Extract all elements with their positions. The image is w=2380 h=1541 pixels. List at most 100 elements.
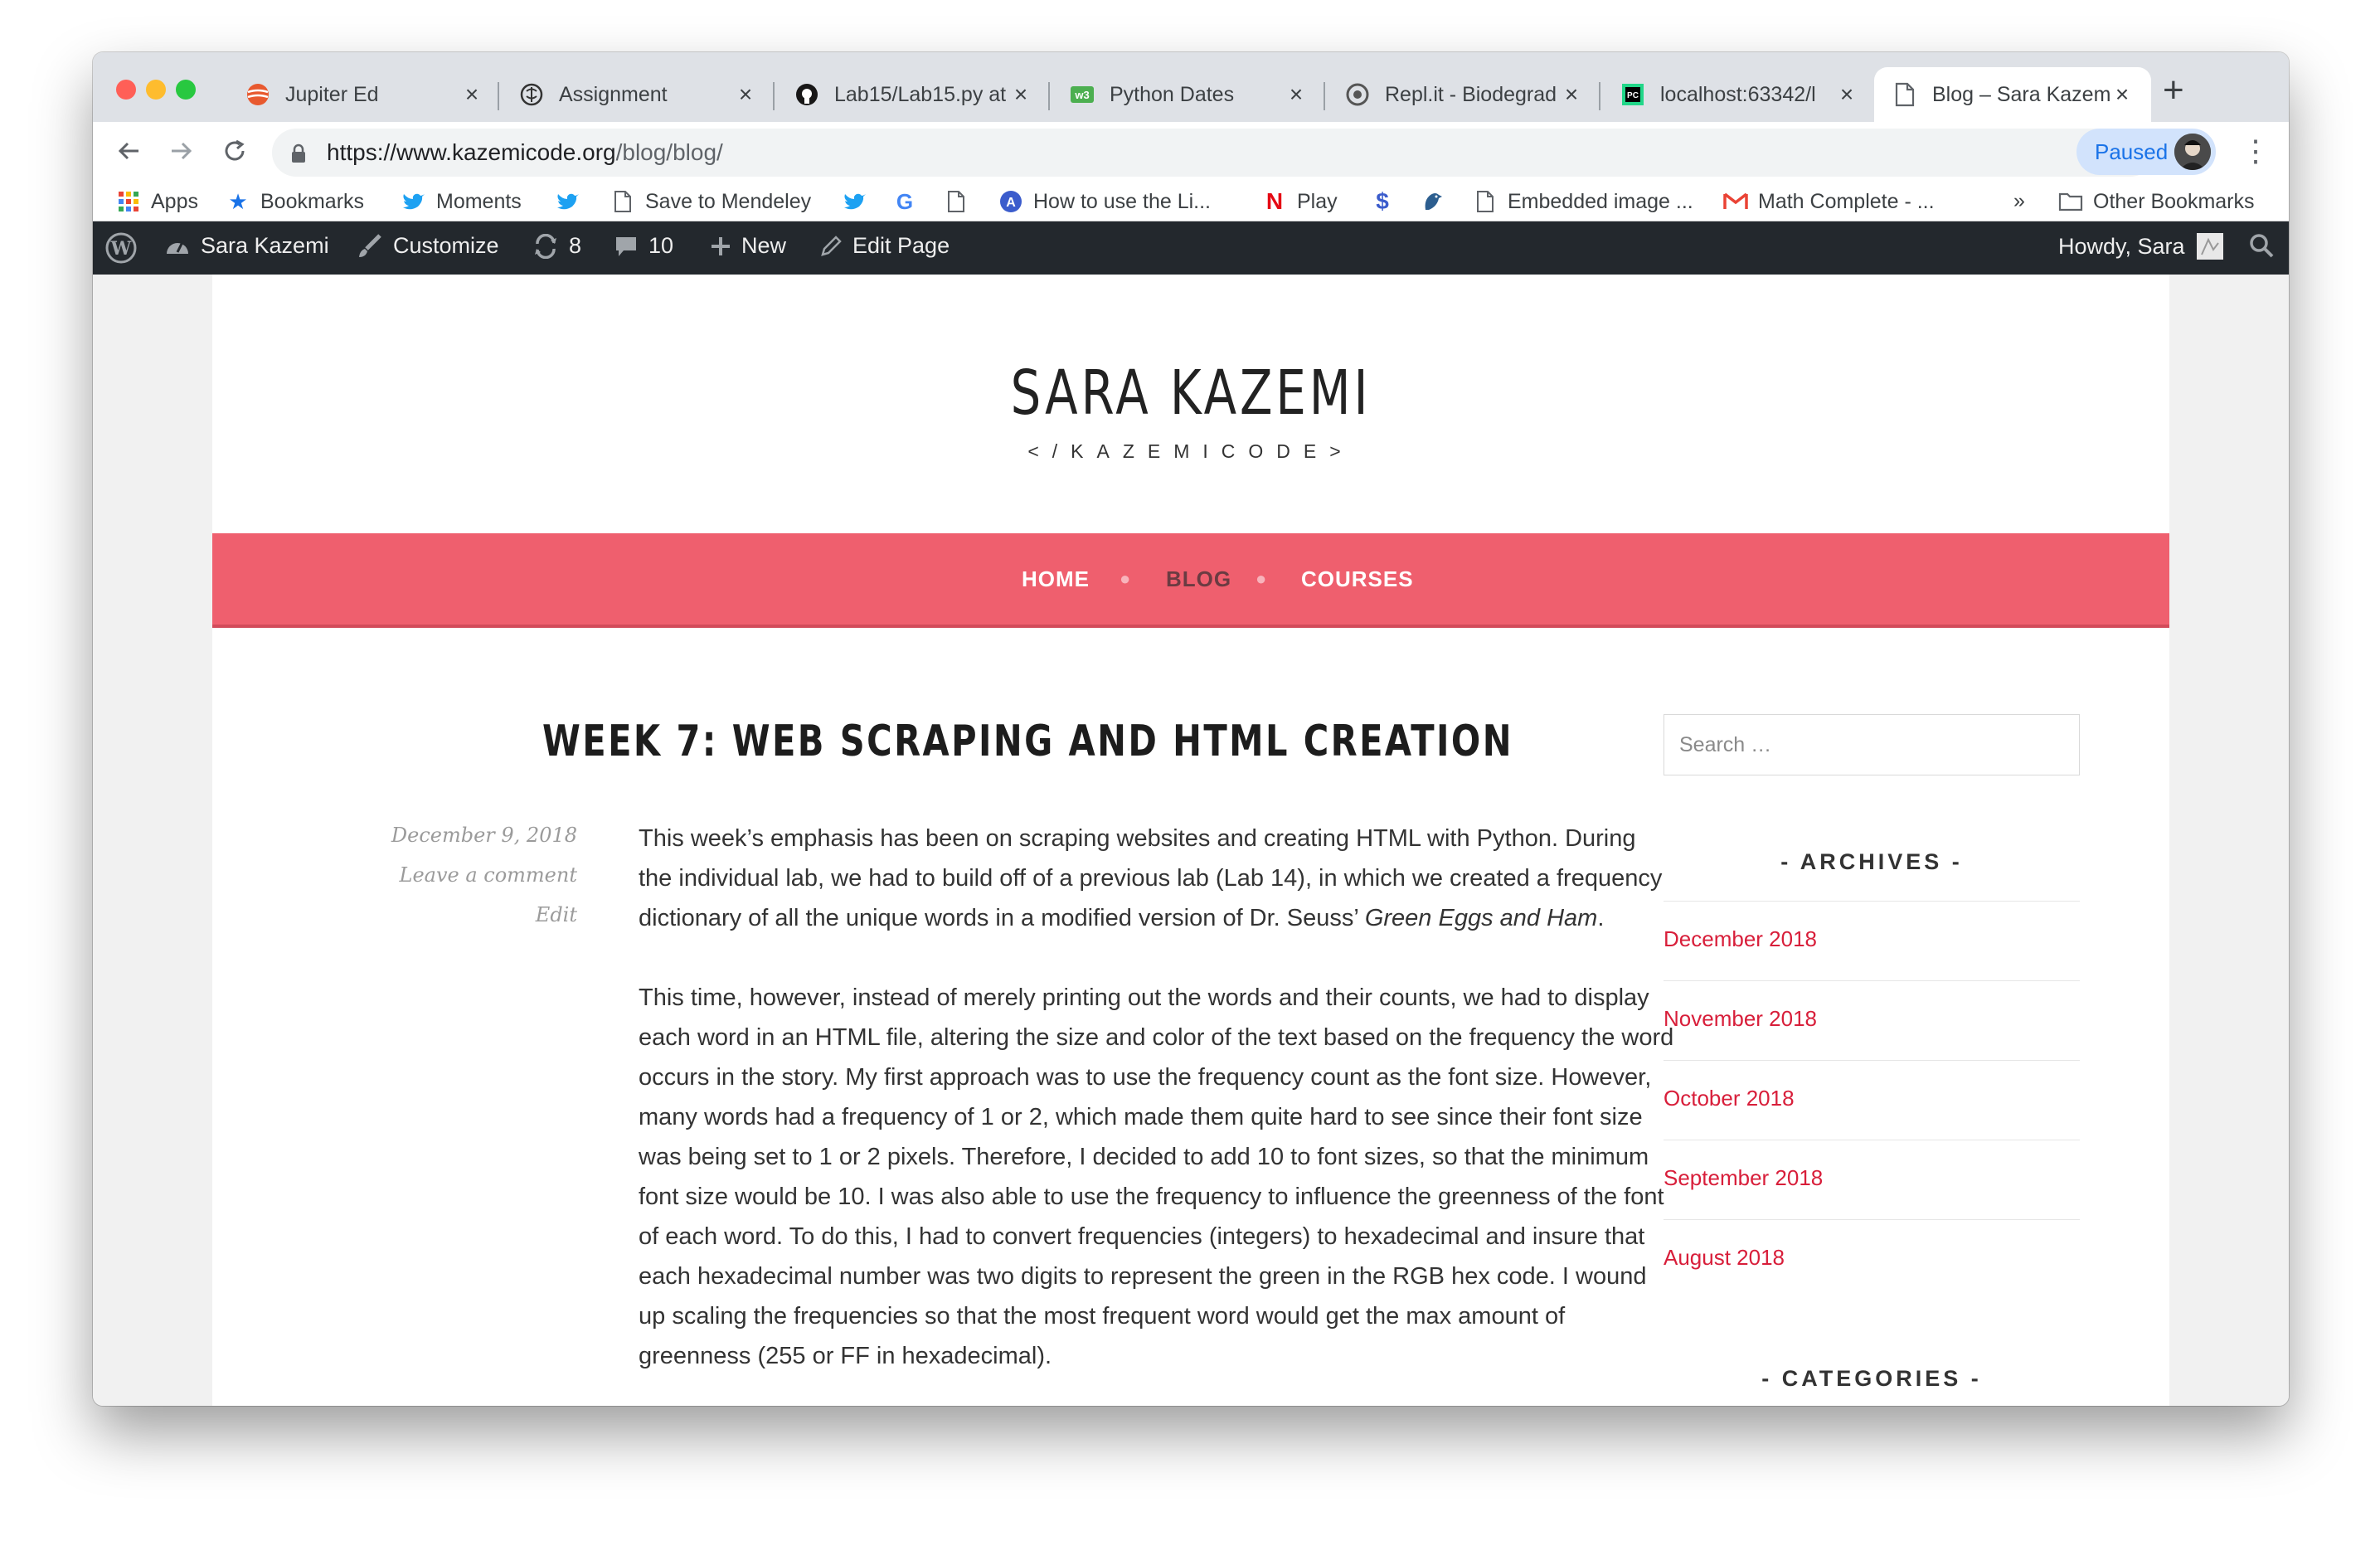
wp-edit-page[interactable]: Edit Page — [819, 233, 950, 259]
archive-link[interactable]: October 2018 — [1664, 1086, 1795, 1111]
page-icon — [610, 189, 635, 214]
maximize-window-button[interactable] — [176, 80, 196, 100]
bookmark-google[interactable]: G — [892, 189, 927, 214]
wp-new[interactable]: New — [710, 233, 786, 259]
tab-jupiter-ed[interactable]: Jupiter Ed × — [227, 67, 501, 122]
archive-link[interactable]: November 2018 — [1664, 1006, 1817, 1032]
post-date[interactable]: December 9, 2018 — [391, 824, 577, 847]
tab-title: Blog – Sara Kazemi — [1932, 82, 2111, 106]
wp-customize[interactable]: Customize — [357, 233, 499, 259]
tab-close-icon[interactable]: × — [1836, 81, 1858, 108]
tab-assignment[interactable]: Assignment × — [501, 67, 775, 122]
archive-link[interactable]: December 2018 — [1664, 926, 1817, 952]
nav-courses[interactable]: COURSES — [1301, 566, 1414, 592]
bookmark-twitter-2[interactable] — [843, 189, 877, 214]
a-circle-icon: A — [998, 189, 1023, 214]
edit-link[interactable]: Edit — [536, 903, 577, 926]
bookmark-embedded-image[interactable]: Embedded image ... — [1473, 189, 1693, 214]
other-bookmarks-folder[interactable]: Other Bookmarks — [2058, 189, 2255, 214]
nav-blog-current[interactable]: BLOG — [1166, 566, 1231, 592]
tab-title: Repl.it - Biodegrad — [1385, 82, 1557, 106]
search-input[interactable]: Search … — [1664, 714, 2080, 775]
svg-text:A: A — [1006, 196, 1016, 210]
archive-item: September 2018 — [1664, 1140, 2080, 1219]
bookmark-label: Embedded image ... — [1508, 189, 1693, 213]
close-window-button[interactable] — [116, 80, 136, 100]
lock-icon — [290, 143, 307, 168]
site-title[interactable]: SARA KAZEMI — [428, 357, 1955, 429]
tab-close-icon[interactable]: × — [735, 81, 756, 108]
wp-search-icon[interactable] — [2249, 233, 2274, 258]
tab-python-dates[interactable]: w3 Python Dates × — [1052, 67, 1325, 122]
new-tab-button[interactable]: + — [2163, 72, 2184, 109]
tab-close-icon[interactable]: × — [461, 81, 483, 108]
tab-localhost[interactable]: PC localhost:63342/l × — [1602, 67, 1876, 122]
reload-button[interactable] — [216, 132, 254, 170]
svg-text:w3: w3 — [1074, 89, 1089, 101]
tab-strip: Jupiter Ed × Assignment × Lab15/Lab15.py… — [93, 52, 2289, 122]
tab-close-icon[interactable]: × — [1285, 81, 1307, 108]
wordpress-logo-icon[interactable]: W — [104, 231, 138, 265]
page-icon — [1473, 189, 1498, 214]
bookmark-label: Bookmarks — [260, 189, 365, 213]
kebab-menu-icon[interactable]: ⋮ — [2241, 134, 2271, 168]
dashboard-icon — [164, 234, 191, 259]
tab-close-icon[interactable]: × — [1010, 81, 1032, 108]
address-bar[interactable]: https://www.kazemicode.org/blog/blog/ ☆ — [272, 129, 2154, 177]
nav-home[interactable]: HOME — [1022, 566, 1090, 592]
pencil-icon — [819, 235, 843, 258]
wp-howdy-account[interactable]: Howdy, Sara — [2058, 233, 2223, 260]
wp-site-name[interactable]: Sara Kazemi — [164, 233, 329, 259]
bookmark-bookmarks[interactable]: ★ Bookmarks — [226, 189, 364, 214]
wp-howdy-label: Howdy, Sara — [2058, 233, 2185, 259]
url-text[interactable]: https://www.kazemicode.org/blog/blog/ — [327, 139, 723, 166]
bookmark-moments[interactable]: Moments — [401, 189, 522, 214]
tab-title: Assignment — [559, 82, 668, 106]
bookmark-bird[interactable] — [1420, 189, 1455, 214]
minimize-window-button[interactable] — [146, 80, 166, 100]
search-placeholder: Search … — [1679, 733, 1772, 756]
browser-window: Jupiter Ed × Assignment × Lab15/Lab15.py… — [93, 52, 2289, 1406]
bookmark-apps[interactable]: Apps — [116, 189, 198, 214]
profile-button[interactable]: Paused — [2076, 129, 2216, 175]
wp-updates[interactable]: 8 — [532, 233, 581, 259]
bird-icon — [1420, 189, 1445, 214]
folder-icon — [2058, 189, 2083, 214]
back-button[interactable] — [109, 132, 148, 170]
tab-title: localhost:63342/l — [1660, 82, 1816, 106]
twitter-icon — [556, 189, 580, 214]
github-icon — [794, 82, 819, 107]
bookmark-page[interactable] — [944, 189, 979, 214]
svg-text:PC: PC — [1627, 91, 1639, 100]
archive-link[interactable]: August 2018 — [1664, 1245, 1785, 1271]
tab-close-icon[interactable]: × — [1561, 81, 1582, 108]
bookmark-s-logo[interactable]: $ — [1370, 188, 1405, 214]
bookmark-how-to-use[interactable]: A How to use the Li... — [998, 189, 1211, 214]
gmail-icon — [1723, 189, 1748, 214]
bookmark-label: Play — [1297, 189, 1338, 213]
wp-comments[interactable]: 10 — [614, 233, 673, 259]
leave-comment-link[interactable]: Leave a comment — [400, 863, 578, 887]
bookmark-twitter[interactable] — [556, 189, 590, 214]
post-title[interactable]: WEEK 7: WEB SCRAPING AND HTML CREATION — [542, 717, 1513, 766]
tab-close-icon[interactable]: × — [2111, 81, 2133, 108]
browser-toolbar: https://www.kazemicode.org/blog/blog/ ☆ … — [93, 122, 2289, 182]
bookmark-mendeley[interactable]: Save to Mendeley — [610, 189, 811, 214]
site-tagline: </KAZEMICODE> — [1027, 440, 1354, 462]
paintbrush-icon — [357, 233, 383, 259]
avatar — [2174, 134, 2211, 170]
plus-icon — [710, 236, 731, 257]
bookmark-label: How to use the Li... — [1033, 189, 1212, 213]
tab-replit[interactable]: Repl.it - Biodegrad × — [1327, 67, 1600, 122]
tab-blog-active[interactable]: Blog – Sara Kazemi × — [1874, 67, 2151, 122]
page-viewport: SARA KAZEMI </KAZEMICODE> HOME ● BLOG ● … — [93, 275, 2289, 1406]
tab-github-lab15[interactable]: Lab15/Lab15.py at × — [776, 67, 1050, 122]
bookmark-netflix-play[interactable]: N Play — [1262, 188, 1338, 214]
nav-separator: ● — [1120, 568, 1131, 589]
bookmarks-overflow-button[interactable]: » — [2013, 189, 2025, 213]
forward-button[interactable] — [163, 132, 201, 170]
bookmark-math-complete[interactable]: Math Complete - ... — [1723, 189, 1935, 214]
bookmark-label: Moments — [436, 189, 522, 213]
star-icon: ★ — [228, 188, 248, 214]
archive-link[interactable]: September 2018 — [1664, 1165, 1823, 1191]
